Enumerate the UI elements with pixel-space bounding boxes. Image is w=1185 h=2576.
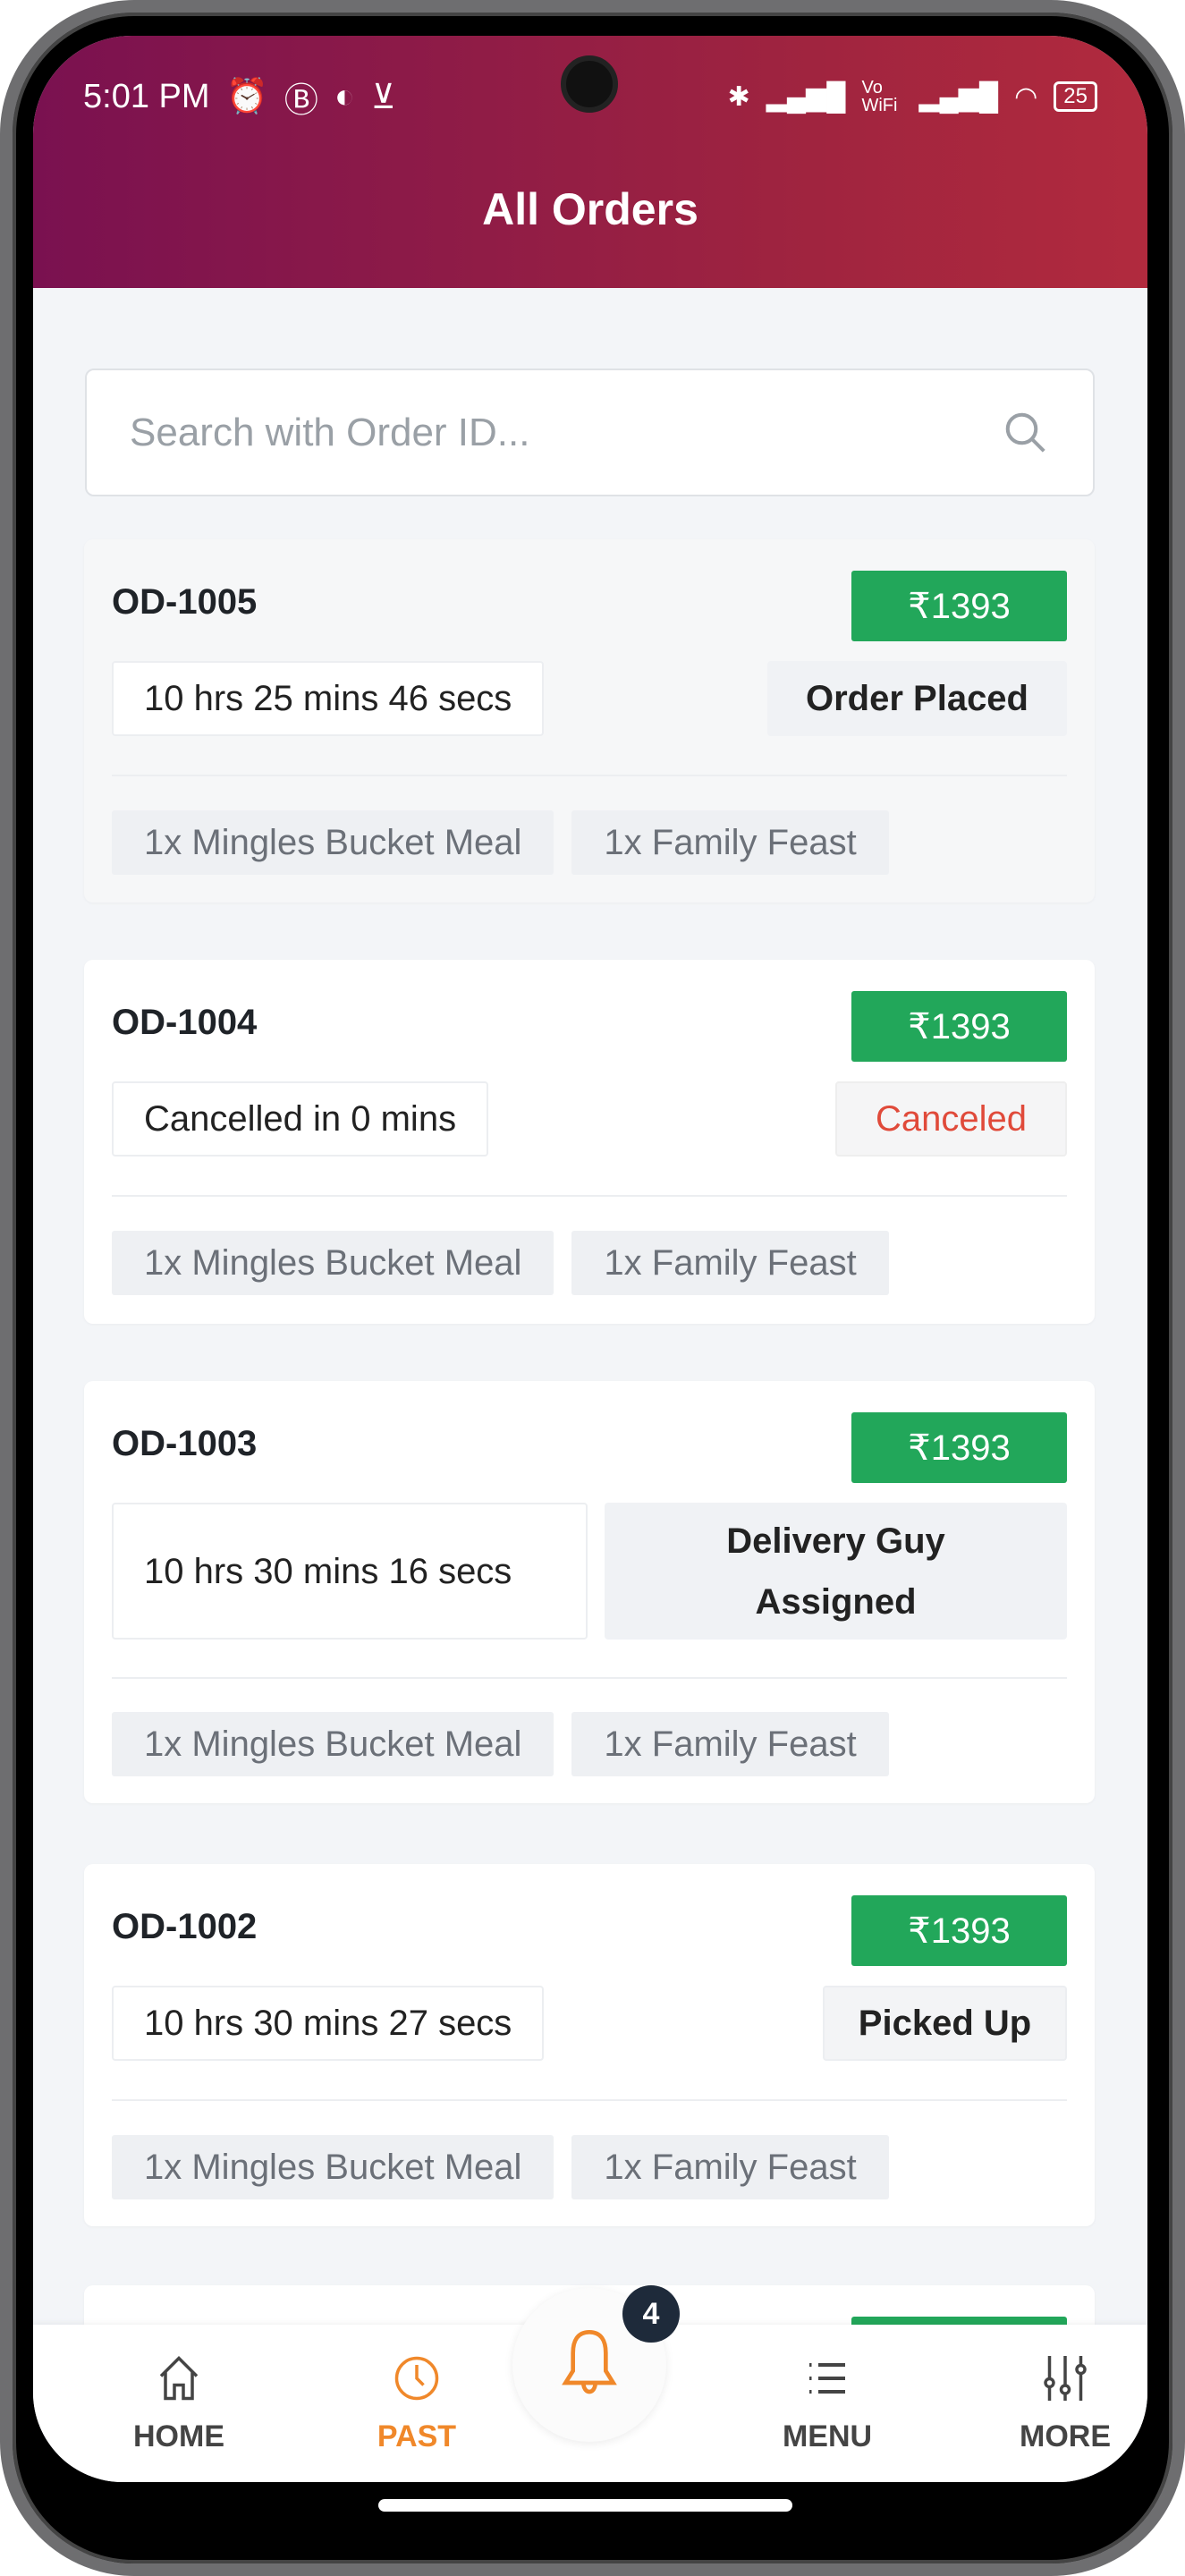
item-chip: 1x Family Feast (571, 1231, 889, 1295)
item-chip: 1x Family Feast (571, 1712, 889, 1776)
screen: 5:01 PM ⏰ Ⓑ ◐ ⊻ ✱ ▂▄▆█ Vo WiFi ▂▄▆█ ◠ 25… (33, 36, 1147, 2482)
item-chip: 1x Family Feast (571, 2135, 889, 2199)
divider (112, 775, 1067, 776)
price-badge: ₹1393 (851, 1412, 1067, 1483)
nav-home[interactable]: HOME (103, 2351, 255, 2454)
price-badge: ₹1393 (851, 1895, 1067, 1966)
signal-icon: ▂▄▆█ (766, 81, 846, 112)
divider (112, 1195, 1067, 1197)
signal-icon-2: ▂▄▆█ (918, 81, 999, 112)
home-icon (159, 2356, 199, 2401)
order-card[interactable]: OD-1004 ₹1393 Cancelled in 0 mins Cancel… (84, 960, 1095, 1324)
price-badge: ₹1393 (851, 571, 1067, 641)
home-indicator[interactable] (378, 2499, 792, 2512)
status-badge: Order Placed (767, 661, 1067, 736)
order-card[interactable]: OD-1005 ₹1393 10 hrs 25 mins 46 secs Ord… (84, 539, 1095, 902)
elapsed-time: 10 hrs 30 mins 16 secs (112, 1503, 588, 1640)
nav-menu[interactable]: MENU (751, 2351, 903, 2454)
search-icon[interactable] (1002, 409, 1050, 457)
item-chip: 1x Family Feast (571, 810, 889, 875)
wifi-icon: ◠ (1014, 81, 1038, 112)
status-badge: Picked Up (823, 1986, 1067, 2061)
order-id: OD-1003 (112, 1424, 258, 1463)
nav-menu-label: MENU (782, 2419, 873, 2453)
nav-more[interactable]: MORE (989, 2351, 1141, 2454)
elapsed-time: 10 hrs 30 mins 27 secs (112, 1986, 545, 2061)
order-id: OD-1002 (112, 1907, 258, 1946)
business-icon: Ⓑ (284, 81, 318, 120)
search-input[interactable] (130, 410, 1002, 455)
status-badge: Canceled (835, 1081, 1067, 1157)
front-camera (561, 55, 618, 113)
nav-past[interactable]: PAST (341, 2351, 493, 2454)
status-time: 5:01 PM (83, 77, 210, 115)
nav-past-label: PAST (377, 2419, 457, 2453)
bell-icon (562, 2329, 617, 2394)
sliders-icon (1044, 2356, 1087, 2401)
status-badge: Delivery Guy Assigned (605, 1503, 1067, 1640)
list-icon (809, 2363, 845, 2394)
order-id: OD-1005 (112, 582, 258, 622)
divider (112, 1677, 1067, 1679)
order-card[interactable]: OD-1003 ₹1393 10 hrs 30 mins 16 secs Del… (84, 1381, 1095, 1803)
vowifi-label: Vo WiFi (861, 78, 898, 115)
clock-icon (394, 2356, 439, 2401)
nav-home-label: HOME (133, 2419, 224, 2453)
item-chip: 1x Mingles Bucket Meal (112, 810, 554, 875)
item-chip: 1x Mingles Bucket Meal (112, 1231, 554, 1295)
search-box[interactable] (85, 369, 1095, 496)
price-badge: ₹1393 (851, 991, 1067, 1062)
order-card[interactable]: OD-1002 ₹1393 10 hrs 30 mins 27 secs Pic… (84, 1864, 1095, 2226)
page-title: All Orders (482, 184, 698, 234)
order-id: OD-1004 (112, 1003, 258, 1042)
item-chip: 1x Mingles Bucket Meal (112, 2135, 554, 2199)
app-header: 5:01 PM ⏰ Ⓑ ◐ ⊻ ✱ ▂▄▆█ Vo WiFi ▂▄▆█ ◠ 25… (33, 36, 1147, 288)
alarm-icon: ⏰ (225, 78, 268, 115)
app-icon: ◐ (334, 77, 355, 115)
elapsed-time: Cancelled in 0 mins (112, 1081, 489, 1157)
elapsed-time: 10 hrs 25 mins 46 secs (112, 661, 545, 736)
download-icon: ⊻ (370, 78, 396, 116)
notification-count-badge: 4 (622, 2285, 680, 2343)
item-chip: 1x Mingles Bucket Meal (112, 1712, 554, 1776)
battery-icon: 25 (1054, 81, 1097, 112)
divider (112, 2099, 1067, 2101)
nav-more-label: MORE (1020, 2419, 1111, 2453)
bluetooth-icon: ✱ (727, 81, 750, 112)
